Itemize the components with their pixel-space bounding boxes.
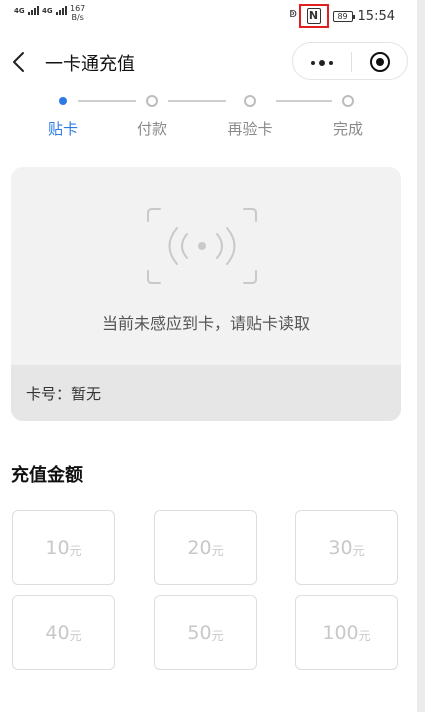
signal-sim1: 4G (14, 6, 40, 15)
step-complete: 完成 (308, 92, 388, 139)
step-reverify-card: 再验卡 (210, 92, 290, 139)
step-attach-card: 贴卡 (23, 92, 103, 139)
amount-unit: 元 (358, 628, 371, 643)
step-label: 再验卡 (227, 120, 273, 138)
step-node (146, 95, 158, 107)
step-label: 付款 (136, 120, 167, 138)
step-node (244, 95, 256, 107)
page: 4G 4G 167 B/s ↁ N 89 15:54 一卡通充值 贴卡 付款 再… (0, 0, 425, 712)
amount-value: 20 (187, 536, 212, 559)
recharge-amount-title: 充值金额 (11, 465, 83, 486)
more-menu-button[interactable] (293, 43, 351, 81)
back-icon[interactable] (10, 50, 30, 74)
network-speed-unit: B/s (71, 13, 84, 22)
sim1-network-type: 4G (14, 7, 25, 15)
sim2-network-type: 4G (42, 7, 53, 15)
amount-unit: 元 (69, 628, 82, 643)
amount-option-50[interactable]: 50 元 (154, 595, 257, 670)
page-title: 一卡通充值 (45, 54, 135, 75)
network-speed-value: 167 (70, 4, 86, 13)
amount-option-20[interactable]: 20 元 (154, 510, 257, 585)
nfc-icon: N (306, 8, 321, 24)
amount-option-40[interactable]: 40 元 (12, 595, 115, 670)
amount-unit: 元 (211, 628, 224, 643)
card-number-bar: 卡号：暂无 (11, 365, 401, 421)
signal-bars-icon (28, 6, 40, 15)
amount-unit: 元 (352, 543, 365, 558)
amount-option-10[interactable]: 10 元 (12, 510, 115, 585)
clock: 15:54 (357, 8, 395, 24)
close-dot-icon (376, 58, 384, 66)
amount-unit: 元 (211, 543, 224, 558)
amount-value: 10 (45, 536, 70, 559)
battery-icon: 89 (332, 10, 355, 22)
amount-option-30[interactable]: 30 元 (295, 510, 398, 585)
amount-value: 30 (328, 536, 353, 559)
vibrate-icon: ↁ (289, 9, 297, 20)
signal-bars-icon (56, 6, 68, 15)
signal-sim2: 4G (42, 6, 68, 15)
step-payment: 付款 (112, 92, 192, 139)
status-bar: 4G 4G 167 B/s ↁ N 89 15:54 (0, 0, 417, 32)
card-reader-panel: 当前未感应到卡，请贴卡读取 卡号：暂无 (11, 167, 401, 421)
nfc-highlight-box: N (298, 4, 329, 28)
nav-bar: 一卡通充值 (0, 38, 417, 84)
amount-unit: 元 (69, 543, 82, 558)
step-label: 贴卡 (47, 120, 78, 138)
progress-steps: 贴卡 付款 再验卡 完成 (0, 92, 417, 142)
card-status-message: 当前未感应到卡，请贴卡读取 (101, 314, 310, 333)
amount-value: 100 (322, 621, 359, 644)
scrollbar-track (417, 0, 425, 712)
card-number-label: 卡号：暂无 (26, 385, 102, 403)
mini-program-capsule (292, 42, 408, 80)
step-node (342, 95, 354, 107)
amount-option-100[interactable]: 100 元 (295, 595, 398, 670)
close-button[interactable] (352, 43, 409, 81)
status-right: N 89 15:54 (298, 4, 395, 28)
network-speed: 167 B/s (70, 4, 85, 22)
amount-value: 40 (45, 621, 70, 644)
step-node-active (59, 97, 67, 105)
nfc-card-reader-icon (147, 208, 257, 284)
step-label: 完成 (332, 120, 363, 138)
amount-value: 50 (187, 621, 212, 644)
